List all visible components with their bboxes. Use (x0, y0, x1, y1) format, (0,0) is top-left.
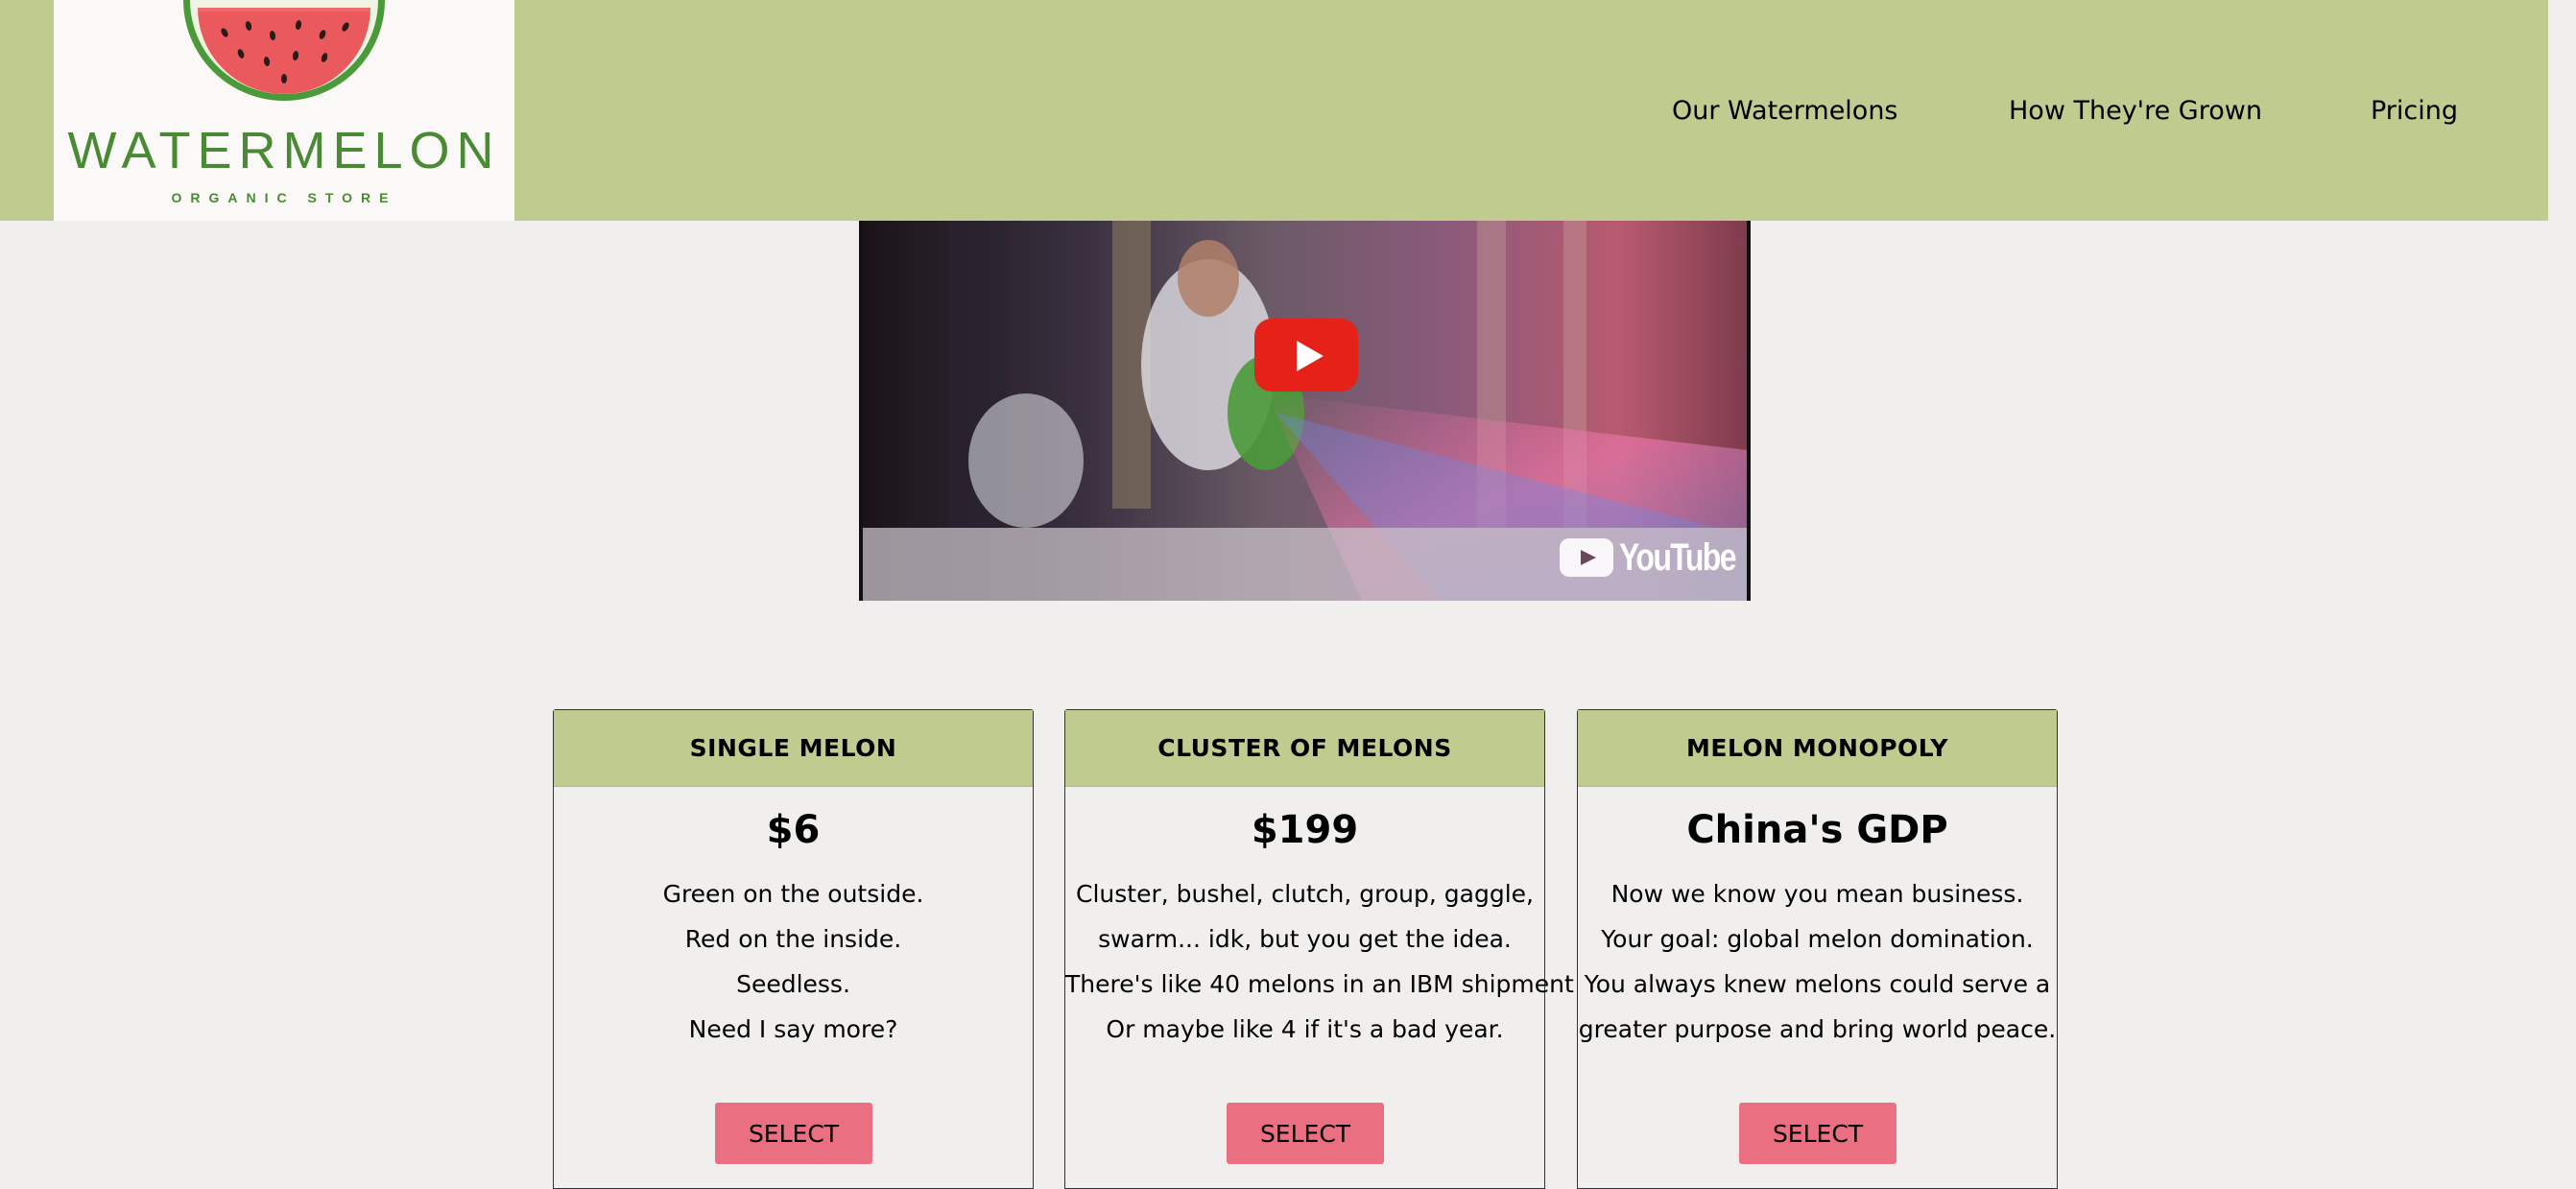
nav-how-theyre-grown[interactable]: How They're Grown (2009, 96, 2262, 126)
plan-description-line: Or maybe like 4 if it's a bad year. (1106, 1015, 1504, 1043)
nav-our-watermelons[interactable]: Our Watermelons (1672, 96, 1898, 126)
plan-description-line: greater purpose and bring world peace. (1578, 1015, 2057, 1043)
plan-description-line: Cluster, bushel, clutch, group, gaggle, (1076, 880, 1534, 908)
plan-description-line: There's like 40 melons in an IBM shipmen… (1065, 970, 1574, 998)
play-button[interactable] (1254, 319, 1358, 392)
plan-description: Green on the outside. Red on the inside.… (554, 871, 1033, 1052)
watermelon-slice-icon (183, 0, 385, 101)
plan-description: Cluster, bushel, clutch, group, gaggle, … (1065, 871, 1574, 1052)
plan-title: SINGLE MELON (554, 710, 1033, 787)
youtube-logo[interactable]: YouTube (1560, 535, 1747, 580)
brand-name: WATERMELON (67, 122, 501, 179)
plan-title: MELON MONOPOLY (1578, 710, 2057, 787)
select-single-melon-button[interactable]: SELECT (715, 1103, 872, 1164)
plan-card-cluster-of-melons: CLUSTER OF MELONS $199 Cluster, bushel, … (1064, 709, 1574, 1189)
plan-description-line: Seedless. (736, 970, 850, 998)
plan-description-line: Red on the inside. (684, 925, 902, 953)
select-cluster-of-melons-button[interactable]: SELECT (1227, 1103, 1384, 1164)
site-header: WATERMELON ORGANIC STORE Our Watermelons… (0, 0, 2548, 221)
logo[interactable]: WATERMELON ORGANIC STORE (54, 0, 514, 221)
plan-card-melon-monopoly: MELON MONOPOLY China's GDP Now we know y… (1577, 709, 2058, 1189)
plan-description-line: Green on the outside. (662, 880, 924, 908)
youtube-icon (1560, 538, 1613, 577)
youtube-wordmark: YouTube (1619, 535, 1737, 579)
plan-card-single-melon: SINGLE MELON $6 Green on the outside. Re… (553, 709, 1034, 1189)
plan-description-line: swarm... idk, but you get the idea. (1098, 925, 1512, 953)
plan-price: China's GDP (1686, 808, 1948, 852)
nav-pricing[interactable]: Pricing (2371, 96, 2458, 126)
plan-description: Now we know you mean business. Your goal… (1578, 871, 2057, 1052)
plan-description-line: Need I say more? (688, 1015, 898, 1043)
plan-price: $199 (1251, 808, 1359, 852)
play-icon (1297, 341, 1324, 371)
plan-description-line: Now we know you mean business. (1610, 880, 2024, 908)
plan-description-line: You always knew melons could serve a (1584, 970, 2051, 998)
plan-price: $6 (766, 808, 821, 852)
plan-title: CLUSTER OF MELONS (1065, 710, 1544, 787)
plan-description-line: Your goal: global melon domination. (1601, 925, 2034, 953)
brand-tagline: ORGANIC STORE (171, 190, 397, 205)
video-player[interactable]: YouTube (859, 221, 1751, 601)
select-melon-monopoly-button[interactable]: SELECT (1739, 1103, 1896, 1164)
